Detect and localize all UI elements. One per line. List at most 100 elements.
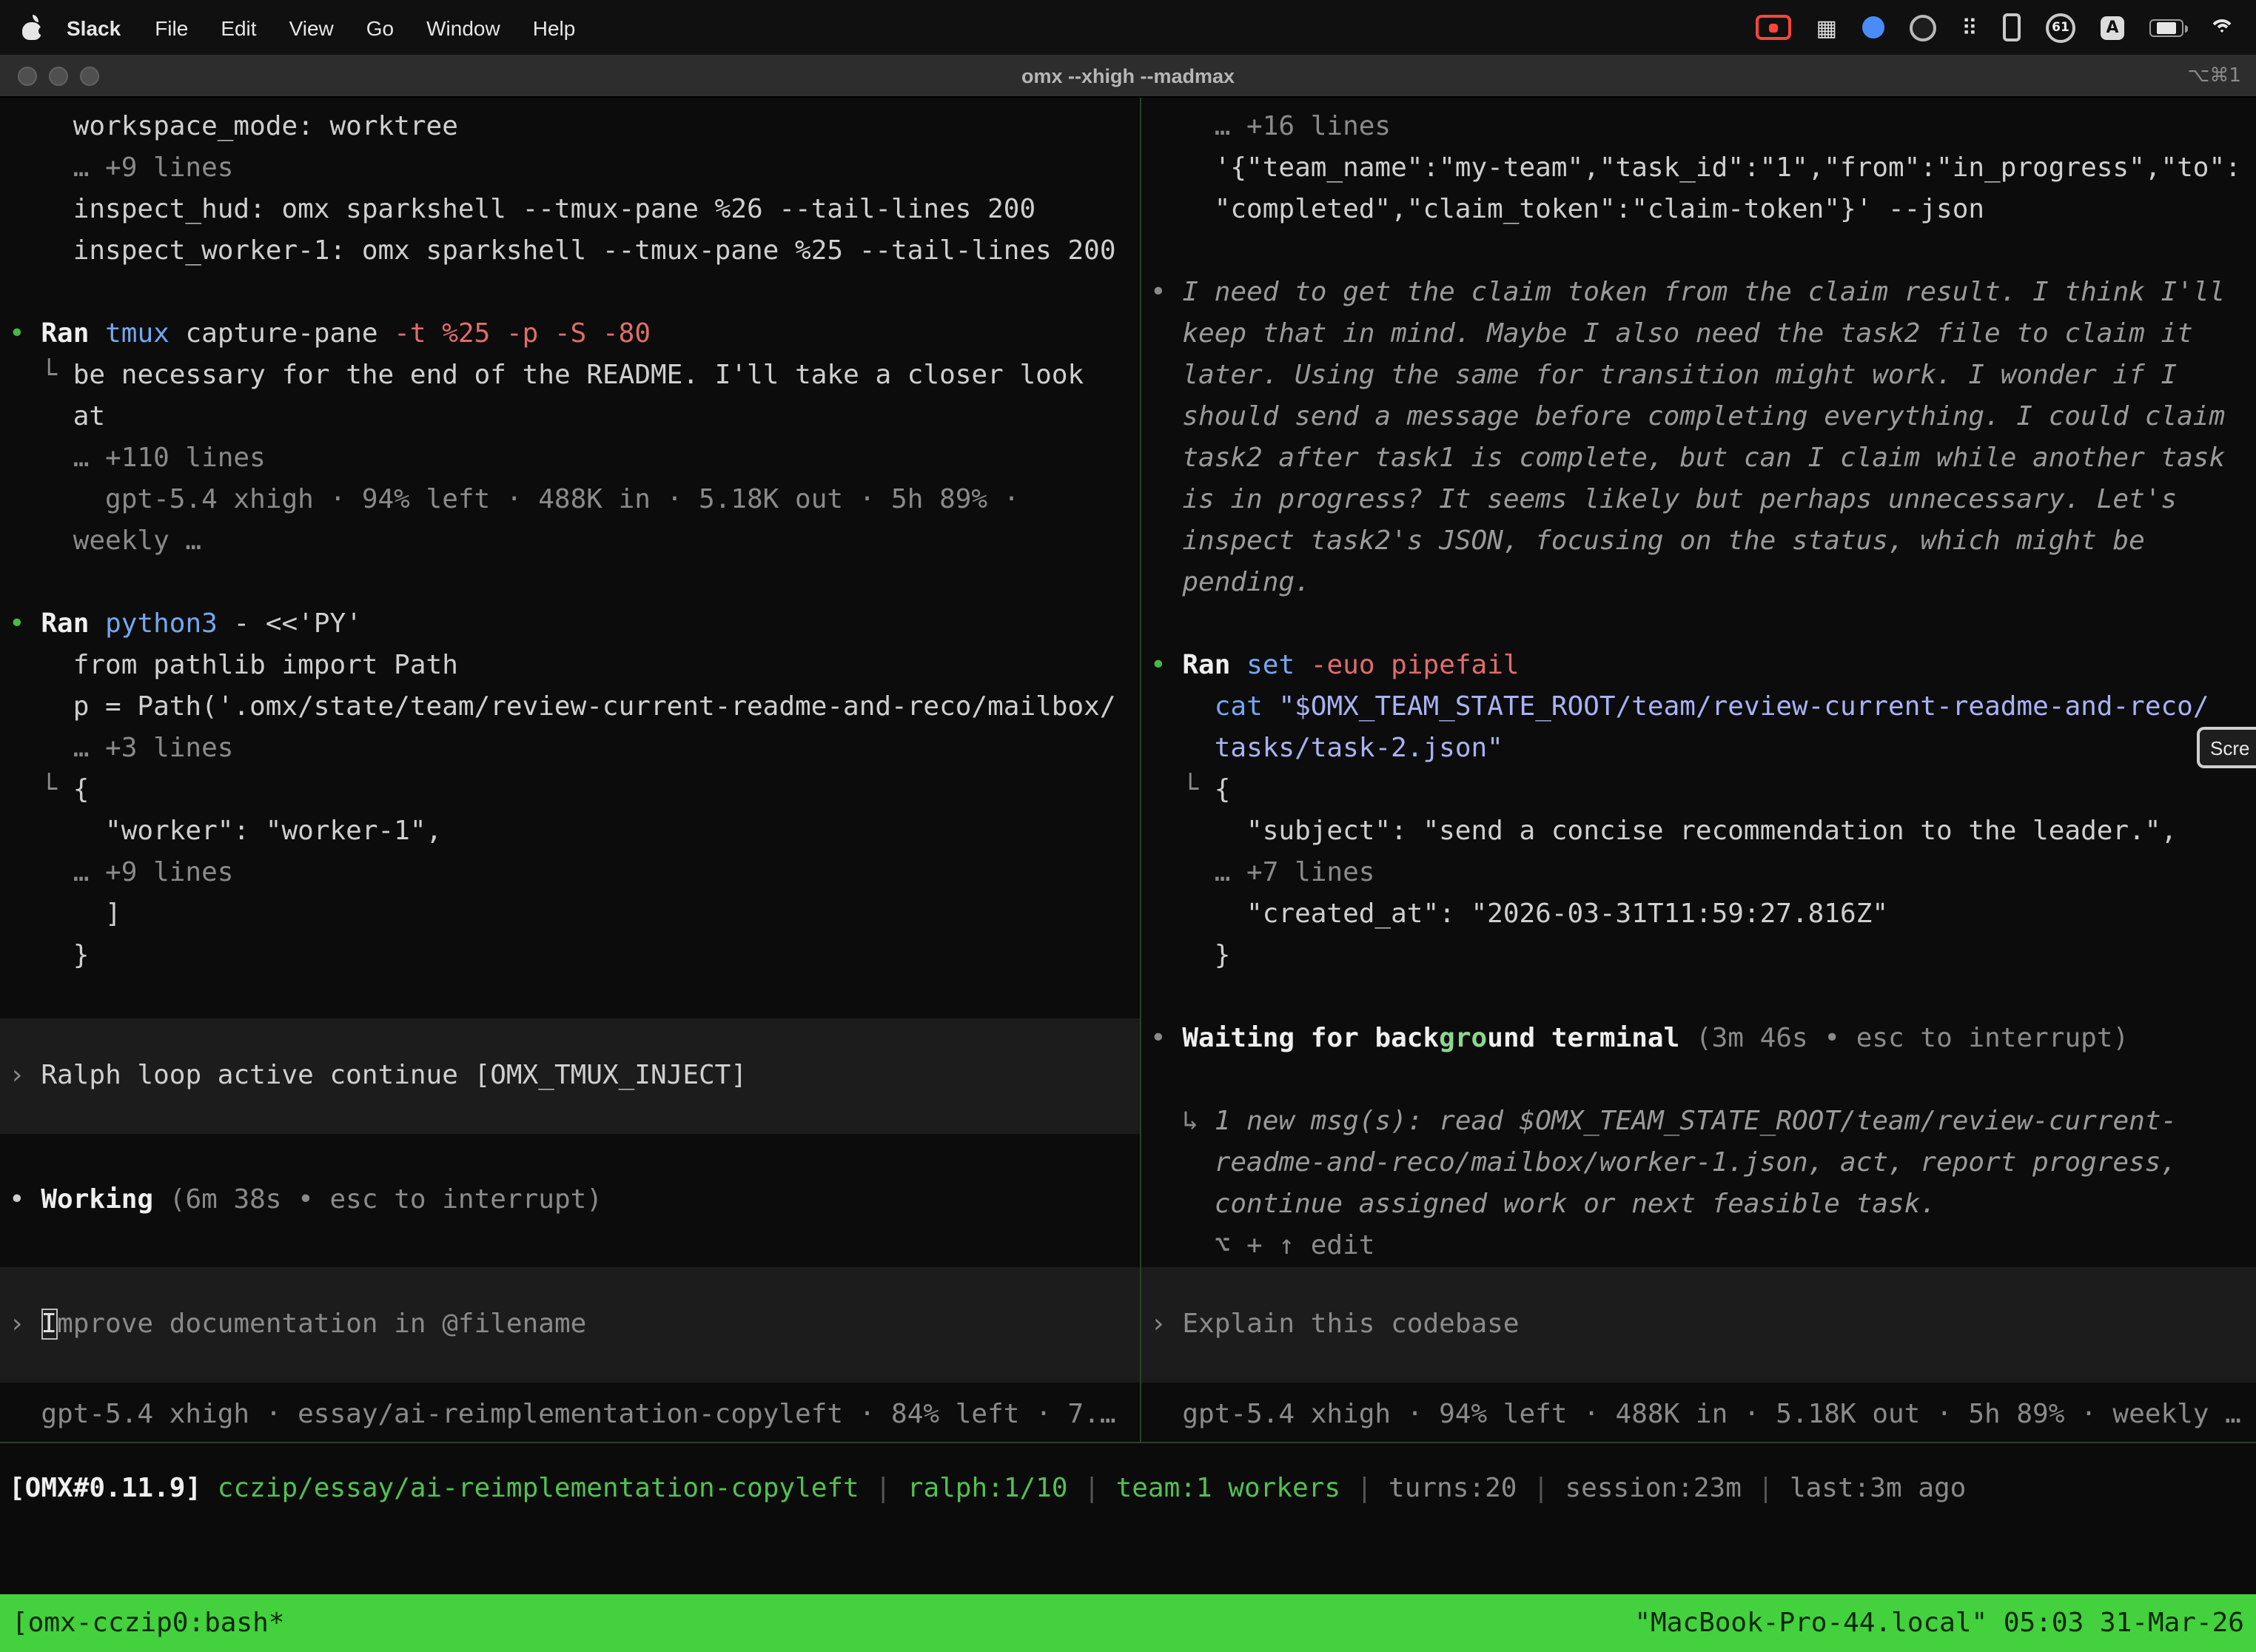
command-output: weekly …: [0, 521, 1140, 563]
menu-window[interactable]: Window: [426, 16, 500, 39]
minimize-button[interactable]: [49, 66, 68, 85]
command-output: gpt-5.4 xhigh · 94% left · 488K in · 5.1…: [0, 480, 1140, 521]
command-output: ]: [0, 894, 1140, 936]
waiting-status: • Waiting for background terminal (3m 46…: [1141, 1018, 2256, 1060]
blank: [1141, 977, 2256, 1018]
menu-go[interactable]: Go: [366, 16, 394, 39]
meter-icon[interactable]: [2003, 13, 2021, 41]
model-status: gpt-5.4 xhigh · essay/ai-reimplementatio…: [0, 1394, 1140, 1436]
blank: [0, 272, 1140, 314]
working-status: • Working (6m 38s • esc to interrupt): [0, 1180, 1140, 1221]
traffic-lights: [18, 66, 99, 85]
window-shortcut-hint: ⌥⌘1: [2187, 64, 2241, 87]
tmux-session-label: [omx-cczip0:bash*: [12, 1608, 284, 1639]
command-body: from pathlib import Path: [0, 645, 1140, 687]
tmux-status-bar: [omx-cczip0:bash* "MacBook-Pro-44.local"…: [0, 1594, 2256, 1652]
screen-recording-indicator-icon[interactable]: [1756, 15, 1791, 40]
omx-status-bar: [OMX#0.11.9] cczip/essay/ai-reimplementa…: [0, 1442, 2256, 1594]
command-output: "created_at": "2026-03-31T11:59:27.816Z": [1141, 894, 2256, 936]
right-pane-footer: gpt-5.4 xhigh · 94% left · 488K in · 5.1…: [1141, 1394, 2256, 1436]
blank: [1141, 1060, 2256, 1101]
input-source-icon[interactable]: A: [2101, 16, 2124, 39]
config-line: inspect_worker-1: omx sparkshell --tmux-…: [0, 231, 1140, 272]
config-line: inspect_hud: omx sparkshell --tmux-pane …: [0, 189, 1140, 231]
thinking: is in progress? It seems likely but perh…: [1141, 480, 2256, 521]
blank: [0, 977, 1140, 1018]
omx-status-line: [OMX#0.11.9] cczip/essay/ai-reimplementa…: [0, 1468, 2256, 1510]
screen-overlay-button[interactable]: Scre: [2197, 727, 2256, 768]
ran-command: • Ran python3 - <<'PY': [0, 604, 1140, 645]
thinking: keep that in mind. Maybe I also need the…: [1141, 314, 2256, 355]
blank: [1141, 604, 2256, 645]
right-scrollback: … +16 lines '{"team_name":"my-team","tas…: [1141, 107, 2256, 1267]
command-body: tasks/task-2.json": [1141, 728, 2256, 770]
menu-bar-left: Slack File Edit View Go Window Help: [21, 15, 591, 40]
menu-items: File Edit View Go Window Help: [138, 16, 591, 39]
window-grid-icon[interactable]: ▦: [1816, 14, 1837, 41]
tmux-host-clock: "MacBook-Pro-44.local" 05:03 31-Mar-26: [1634, 1608, 2244, 1639]
command-output: }: [1141, 936, 2256, 977]
composer-placeholder: › Explain this codebase: [1141, 1304, 2256, 1346]
window-title-bar: omx --xhigh --madmax ⌥⌘1: [0, 55, 2256, 98]
right-terminal-pane[interactable]: … +16 lines '{"team_name":"my-team","tas…: [1141, 98, 2256, 1442]
gauge-icon[interactable]: 61: [2046, 13, 2075, 42]
right-composer-input[interactable]: › Explain this codebase: [1141, 1267, 2256, 1383]
config-line: workspace_mode: worktree: [0, 107, 1140, 148]
thinking: • I need to get the claim token from the…: [1141, 272, 2256, 314]
thinking: task2 after task1 is complete, but can I…: [1141, 438, 2256, 480]
apple-menu-icon[interactable]: [21, 15, 43, 40]
menu-file[interactable]: File: [155, 16, 188, 39]
command-body: p = Path('.omx/state/team/review-current…: [0, 687, 1140, 728]
command-output: └ {: [1141, 770, 2256, 811]
dark-circle-app-icon[interactable]: [1910, 14, 1936, 41]
mailbox-note: ↳ 1 new msg(s): read $OMX_TEAM_STATE_ROO…: [1141, 1101, 2256, 1143]
menu-bar: Slack File Edit View Go Window Help ▦ ⠿ 61 A: [0, 0, 2256, 55]
menu-edit[interactable]: Edit: [221, 16, 256, 39]
command-body: cat "$OMX_TEAM_STATE_ROOT/team/review-cu…: [1141, 687, 2256, 728]
left-composer-ralph[interactable]: › Ralph loop active continue [OMX_TMUX_I…: [0, 1018, 1140, 1134]
left-terminal-pane[interactable]: workspace_mode: worktree … +9 lines insp…: [0, 98, 1140, 1442]
model-status: gpt-5.4 xhigh · 94% left · 488K in · 5.1…: [1141, 1394, 2256, 1436]
dots-grid-icon[interactable]: ⠿: [1961, 14, 1978, 41]
omitted-lines: … +3 lines: [0, 728, 1140, 770]
thinking: should send a message before completing …: [1141, 397, 2256, 438]
blank: [1141, 231, 2256, 272]
omitted-lines: … +110 lines: [0, 438, 1140, 480]
edit-hint: ⌥ + ↑ edit: [1141, 1226, 2256, 1267]
left-scrollback: workspace_mode: worktree … +9 lines insp…: [0, 107, 1140, 1018]
ran-command: • Ran tmux capture-pane -t %25 -p -S -80: [0, 314, 1140, 355]
command-body: '{"team_name":"my-team","task_id":"1","f…: [1141, 148, 2256, 189]
left-composer-input[interactable]: › Improve documentation in @filename: [0, 1267, 1140, 1383]
left-pane-footer: gpt-5.4 xhigh · essay/ai-reimplementatio…: [0, 1394, 1140, 1436]
menu-app-name[interactable]: Slack: [67, 16, 121, 39]
composer-placeholder: › Improve documentation in @filename: [0, 1304, 1140, 1346]
omitted-lines: … +16 lines: [1141, 107, 2256, 148]
command-output: }: [0, 936, 1140, 977]
menu-view[interactable]: View: [289, 16, 334, 39]
command-output: └ be necessary for the end of the README…: [0, 355, 1140, 397]
blue-app-icon[interactable]: [1862, 16, 1884, 38]
thinking: inspect task2's JSON, focusing on the st…: [1141, 521, 2256, 563]
menu-bar-status-icons: ▦ ⠿ 61 A: [1756, 13, 2235, 42]
blank: [0, 563, 1140, 604]
mailbox-note: readme-and-reco/mailbox/worker-1.json, a…: [1141, 1143, 2256, 1184]
command-body: "completed","claim_token":"claim-token"}…: [1141, 189, 2256, 231]
command-output: └ {: [0, 770, 1140, 811]
window-title: omx --xhigh --madmax: [1021, 64, 1235, 87]
battery-icon[interactable]: [2149, 19, 2183, 36]
thinking: later. Using the same for transition mig…: [1141, 355, 2256, 397]
close-button[interactable]: [18, 66, 37, 85]
command-output: at: [0, 397, 1140, 438]
composer-text: › Ralph loop active continue [OMX_TMUX_I…: [0, 1055, 1140, 1097]
zoom-button[interactable]: [80, 66, 99, 85]
mailbox-note: continue assigned work or next feasible …: [1141, 1184, 2256, 1226]
terminal-panes: workspace_mode: worktree … +9 lines insp…: [0, 98, 2256, 1442]
omitted-lines: … +9 lines: [0, 148, 1140, 189]
desktop: Slack FileEditViewGoWindowHelp ▦ ⠿ 61 A …: [0, 0, 2256, 1652]
thinking: pending.: [1141, 563, 2256, 604]
wifi-icon[interactable]: [2209, 17, 2235, 38]
menu-help[interactable]: Help: [533, 16, 576, 39]
command-output: "worker": "worker-1",: [0, 811, 1140, 853]
omitted-lines: … +7 lines: [1141, 853, 2256, 894]
command-output: "subject": "send a concise recommendatio…: [1141, 811, 2256, 853]
